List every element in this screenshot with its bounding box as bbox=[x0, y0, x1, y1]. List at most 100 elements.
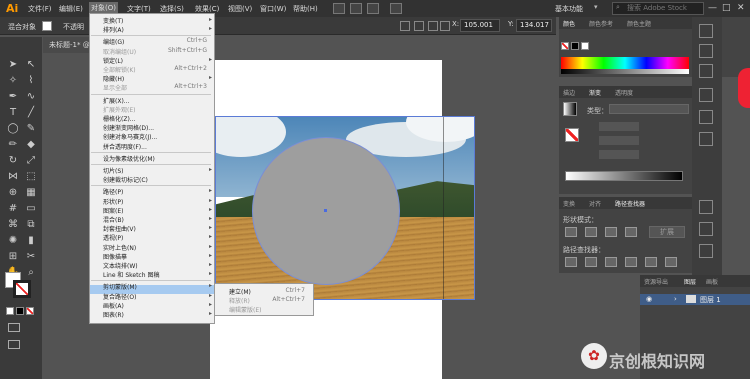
eye-icon[interactable]: ◉ bbox=[646, 295, 652, 303]
stroke-color-icon[interactable] bbox=[13, 280, 31, 298]
clip-edit-mask[interactable]: 编辑蒙版(E) bbox=[229, 305, 261, 314]
object-menu-item[interactable]: 文本绕排(W) bbox=[103, 261, 138, 270]
trim-icon[interactable] bbox=[585, 257, 597, 267]
eraser-icon[interactable]: ◆ bbox=[24, 138, 38, 152]
outline-icon[interactable] bbox=[645, 257, 657, 267]
curvature-tool-icon[interactable]: ∿ bbox=[24, 90, 38, 104]
gradient-angle-field[interactable] bbox=[599, 122, 639, 131]
color-spectrum[interactable] bbox=[561, 57, 689, 69]
object-menu-item[interactable]: 全部解锁(K) bbox=[103, 65, 136, 74]
ellipse-tool-icon[interactable]: ◯ bbox=[6, 122, 20, 136]
eyedropper-icon[interactable]: ⌘ bbox=[6, 218, 20, 232]
object-menu-item[interactable]: Line 和 Sketch 图稿 bbox=[103, 270, 159, 279]
opacity-label[interactable]: 不透明 bbox=[63, 22, 84, 32]
menu-edit[interactable]: 编辑(E) bbox=[59, 4, 83, 14]
artboard-tool-icon[interactable]: ⊞ bbox=[6, 250, 20, 264]
gradient-tool-icon[interactable]: ▭ bbox=[24, 202, 38, 216]
expand-button[interactable]: 扩展 bbox=[649, 226, 685, 238]
slice-tool-icon[interactable]: ✂ bbox=[24, 250, 38, 264]
object-menu-item[interactable]: 封套扭曲(V) bbox=[103, 224, 136, 233]
object-menu-item[interactable]: 隐藏(H) bbox=[103, 74, 124, 83]
object-menu-item[interactable]: 排列(A) bbox=[103, 25, 124, 34]
object-menu-item[interactable]: 编组(G) bbox=[103, 37, 124, 46]
object-menu-item[interactable]: 图像描摹 bbox=[103, 252, 127, 261]
tab-gradient[interactable]: 渐变 bbox=[589, 88, 601, 97]
crop-icon[interactable] bbox=[625, 257, 637, 267]
object-menu-item[interactable]: 扩展外观(E) bbox=[103, 105, 135, 114]
object-menu-item[interactable]: 扩展(X)... bbox=[103, 96, 130, 105]
object-menu-item[interactable]: 复合路径(O) bbox=[103, 292, 136, 301]
pencil-icon[interactable]: ✏ bbox=[6, 138, 20, 152]
none-mode-icon[interactable] bbox=[26, 307, 34, 315]
unite-icon[interactable] bbox=[565, 227, 577, 237]
tab-stroke[interactable]: 描边 bbox=[563, 88, 575, 97]
object-menu-item[interactable]: 栅格化(Z)... bbox=[103, 114, 136, 123]
object-menu-item[interactable]: 剪切蒙版(M) bbox=[103, 282, 137, 291]
tab-color[interactable]: 颜色 bbox=[563, 19, 575, 28]
lasso-icon[interactable]: ⌇ bbox=[24, 74, 38, 88]
exclude-icon[interactable] bbox=[625, 227, 637, 237]
stock-search-input[interactable]: 搜索 Adobe Stock bbox=[612, 2, 704, 15]
tab-layers[interactable]: 图层 bbox=[684, 277, 696, 286]
maximize-button[interactable]: □ bbox=[722, 3, 731, 13]
menu-help[interactable]: 帮助(H) bbox=[293, 4, 318, 14]
reference-point-icon[interactable] bbox=[440, 21, 450, 31]
object-menu-item[interactable]: 图案(E) bbox=[103, 206, 123, 215]
arrange-docs-icon[interactable] bbox=[367, 3, 379, 14]
pathfinder-panel-icon[interactable] bbox=[699, 244, 713, 258]
tab-artboards[interactable]: 画板 bbox=[706, 277, 718, 286]
object-menu-item[interactable]: 形状(P) bbox=[103, 197, 123, 206]
object-menu-item[interactable]: 混合(B) bbox=[103, 215, 124, 224]
column-graph-icon[interactable]: ▮ bbox=[24, 234, 38, 248]
close-button[interactable]: ✕ bbox=[737, 3, 745, 13]
y-field[interactable]: 134.017 bbox=[516, 19, 552, 32]
color-mode-icon[interactable] bbox=[6, 307, 14, 315]
object-menu-item[interactable]: 切片(S) bbox=[103, 166, 124, 175]
symbol-sprayer-icon[interactable]: ✺ bbox=[6, 234, 20, 248]
menu-window[interactable]: 窗口(W) bbox=[260, 4, 286, 14]
object-menu-item[interactable]: 透视(P) bbox=[103, 233, 123, 242]
workspace-switcher[interactable]: 基本功能 bbox=[555, 4, 583, 14]
tab-color-themes[interactable]: 颜色主题 bbox=[627, 19, 651, 28]
shape-builder-icon[interactable]: ⊕ bbox=[6, 186, 20, 200]
object-menu-item[interactable]: 创建裁切标记(C) bbox=[103, 175, 148, 184]
placed-photo[interactable] bbox=[215, 116, 475, 300]
scale-tool-icon[interactable]: ⤢ bbox=[24, 154, 38, 168]
tab-asset-export[interactable]: 资源导出 bbox=[644, 277, 668, 286]
divide-icon[interactable] bbox=[565, 257, 577, 267]
symbols-panel-icon[interactable] bbox=[699, 64, 713, 78]
layer-row[interactable]: ◉ › 图层 1 bbox=[640, 294, 750, 305]
tab-transparency[interactable]: 透明度 bbox=[615, 88, 633, 97]
tab-align[interactable]: 对齐 bbox=[589, 199, 601, 208]
type-tool-icon[interactable]: T bbox=[6, 106, 20, 120]
align-right-icon[interactable] bbox=[428, 21, 438, 31]
zoom-tool-icon[interactable]: ⌕ bbox=[24, 266, 38, 280]
draw-mode-icon[interactable] bbox=[8, 323, 20, 332]
gradient-aspect-field[interactable] bbox=[599, 136, 639, 145]
tab-color-guide[interactable]: 颜色参考 bbox=[589, 19, 613, 28]
brushes-panel-icon[interactable] bbox=[699, 44, 713, 58]
clip-make[interactable]: 建立(M) bbox=[229, 287, 251, 296]
blend-tool-icon[interactable]: ⧉ bbox=[24, 218, 38, 232]
gradient-preview[interactable] bbox=[563, 102, 577, 116]
gradient-stroke-icon[interactable] bbox=[565, 128, 579, 142]
object-menu-item[interactable]: 锁定(L) bbox=[103, 56, 123, 65]
align-icon[interactable] bbox=[400, 21, 410, 31]
layer-name[interactable]: 图层 1 bbox=[700, 295, 721, 305]
tab-transform[interactable]: 变换 bbox=[563, 199, 575, 208]
gradient-location-field[interactable] bbox=[599, 150, 639, 159]
intersect-icon[interactable] bbox=[605, 227, 617, 237]
perspective-grid-icon[interactable]: ▦ bbox=[24, 186, 38, 200]
width-tool-icon[interactable]: ⋈ bbox=[6, 170, 20, 184]
gradient-slider[interactable] bbox=[565, 171, 683, 181]
transparency-panel-icon[interactable] bbox=[699, 132, 713, 146]
line-tool-icon[interactable]: ╱ bbox=[24, 106, 38, 120]
object-menu-item[interactable]: 显示全部 bbox=[103, 83, 127, 92]
align-panel-icon[interactable] bbox=[699, 222, 713, 236]
mesh-tool-icon[interactable]: # bbox=[6, 202, 20, 216]
gradient-panel-icon[interactable] bbox=[699, 110, 713, 124]
free-transform-icon[interactable]: ⬚ bbox=[24, 170, 38, 184]
merge-icon[interactable] bbox=[605, 257, 617, 267]
object-menu-item[interactable]: 变换(T) bbox=[103, 16, 123, 25]
color-swatch-pair[interactable] bbox=[561, 42, 590, 52]
